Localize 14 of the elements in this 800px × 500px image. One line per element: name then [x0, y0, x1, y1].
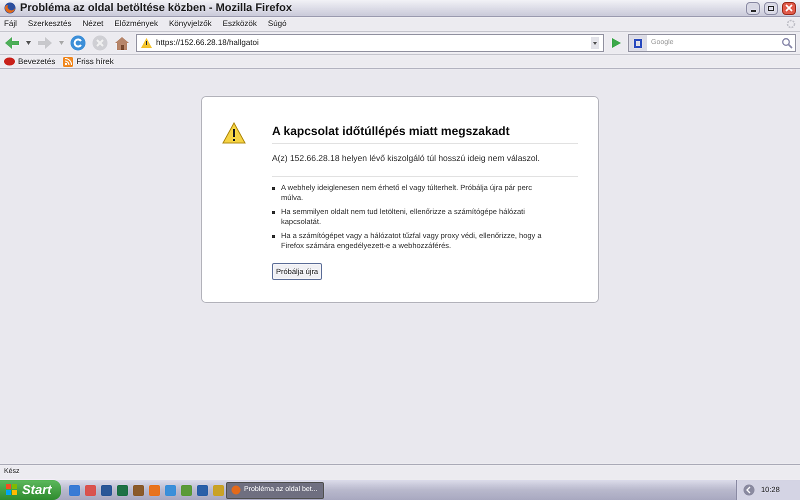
bookmark-link[interactable]: Friss hírek — [76, 56, 114, 68]
menu-item[interactable]: Súgó — [268, 18, 287, 30]
window-title: Probléma az oldal betöltése közben - Mozilla Firefox — [20, 0, 293, 16]
error-title: A kapcsolat időtúllépés miatt megszakadt — [272, 122, 578, 144]
bookmark-link[interactable]: Bevezetés — [18, 56, 56, 68]
menu-item[interactable]: Eszközök — [222, 18, 257, 30]
menu-item[interactable]: Szerkesztés — [28, 18, 72, 30]
menu-item[interactable]: Előzmények — [114, 18, 158, 30]
address-bar[interactable]: https://152.66.28.18/hallgatoi — [136, 34, 604, 52]
menu-item[interactable]: Könyvjelzők — [168, 18, 212, 30]
menu-item[interactable]: Fájl — [4, 18, 17, 30]
error-message: A(z) 152.66.28.18 helyen lévő kiszolgáló túl hosszú ideig nem válaszol. — [272, 152, 578, 177]
menu-item[interactable]: Nézet — [82, 18, 104, 30]
address-field[interactable]: https://152.66.28.18/hallgatoi — [156, 37, 587, 49]
